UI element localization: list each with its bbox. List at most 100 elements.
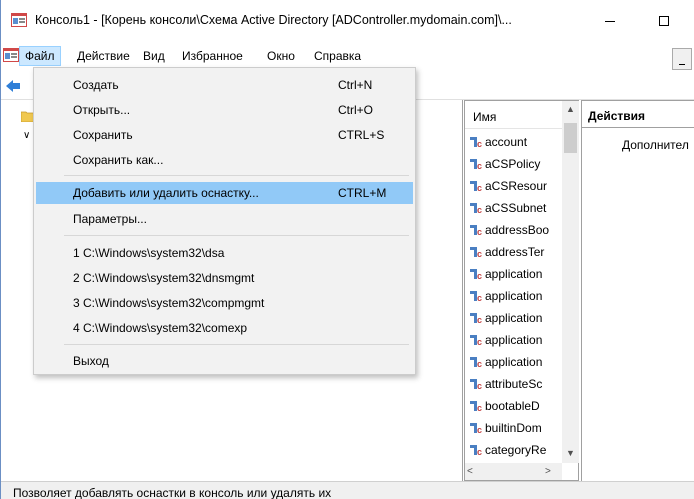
menu-item-label: Сохранить как... xyxy=(73,153,164,167)
menu-item-label: Выход xyxy=(73,354,109,368)
menu-item-save-as[interactable]: Сохранить как... xyxy=(36,149,413,171)
column-header-label: Имя xyxy=(473,110,497,124)
schema-class-icon: c xyxy=(469,157,483,171)
schema-class-icon: c xyxy=(469,289,483,303)
mmc-window: Консоль1 - [Корень консоли\Схема Active … xyxy=(0,0,694,499)
menu-separator xyxy=(64,235,409,236)
list-item[interactable]: c addressBoo xyxy=(469,219,561,241)
schema-class-icon: c xyxy=(469,333,483,347)
schema-class-icon: c xyxy=(469,201,483,215)
list-item[interactable]: c attributeSc xyxy=(469,373,561,395)
list-item-label: application xyxy=(485,333,543,347)
mmc-app-icon xyxy=(11,13,27,27)
schema-class-icon: c xyxy=(469,245,483,259)
window-title: Консоль1 - [Корень консоли\Схема Active … xyxy=(35,13,512,27)
list-item[interactable]: c bootableD xyxy=(469,395,561,417)
list-item-label: addressTer xyxy=(485,245,545,259)
list-item-label: application xyxy=(485,289,543,303)
list-item-label: aCSResour xyxy=(485,179,548,193)
menu-item-label: Открыть... xyxy=(73,103,131,117)
menu-file[interactable]: Файл xyxy=(19,46,61,66)
menu-view[interactable]: Вид xyxy=(138,46,170,66)
list-rows: c account c aCSPolicy c aCSResour c aCSSubne… xyxy=(469,131,561,461)
menu-item-open[interactable]: Открыть... Ctrl+O xyxy=(36,99,413,121)
schema-class-list: Имя c account c aCSPolicy c aCSResour c aCSS… xyxy=(464,100,579,481)
maximize-icon xyxy=(659,16,669,26)
more-actions-link[interactable]: Дополнител xyxy=(622,138,689,152)
menu-item-exit[interactable]: Выход xyxy=(36,350,413,372)
list-item[interactable]: c aCSSubnet xyxy=(469,197,561,219)
schema-class-icon: c xyxy=(469,399,483,413)
menu-item-label: 3 C:\Windows\system32\compmgmt xyxy=(73,296,265,310)
list-item[interactable]: c addressTer xyxy=(469,241,561,263)
list-item-label: aCSPolicy xyxy=(485,157,541,171)
menu-item-new[interactable]: Создать Ctrl+N xyxy=(36,74,413,96)
list-item[interactable]: c application xyxy=(469,285,561,307)
scroll-down-icon[interactable]: ▼ xyxy=(562,445,579,462)
list-item[interactable]: c application xyxy=(469,307,561,329)
list-item-label: application xyxy=(485,311,543,325)
schema-class-icon: c xyxy=(469,179,483,193)
list-item-label: application xyxy=(485,355,543,369)
horizontal-scrollbar[interactable]: < > xyxy=(465,463,562,480)
list-item[interactable]: c builtinDom xyxy=(469,417,561,439)
list-item[interactable]: c aCSResour xyxy=(469,175,561,197)
menu-item-recent-3[interactable]: 3 C:\Windows\system32\compmgmt xyxy=(36,292,413,314)
menu-action[interactable]: Действие xyxy=(72,46,135,66)
list-item[interactable]: c application xyxy=(469,351,561,373)
menu-item-label: Сохранить xyxy=(73,128,133,142)
list-item[interactable]: c application xyxy=(469,329,561,351)
list-item-label: builtinDom xyxy=(485,421,542,435)
actions-pane: Действия Дополнител xyxy=(581,100,694,481)
schema-class-icon: c xyxy=(469,443,483,457)
title-bar[interactable]: Консоль1 - [Корень консоли\Схема Active … xyxy=(1,0,694,38)
list-item-label: categoryRe xyxy=(485,443,547,457)
minimize-icon xyxy=(605,20,615,22)
schema-class-icon: c xyxy=(469,311,483,325)
list-item-label: account xyxy=(485,135,528,149)
menu-separator xyxy=(64,344,409,345)
menu-item-add-remove-snapin[interactable]: Добавить или удалить оснастку... CTRL+M xyxy=(36,182,413,204)
schema-class-icon: c xyxy=(469,135,483,149)
menu-item-recent-1[interactable]: 1 C:\Windows\system32\dsa xyxy=(36,242,413,264)
chevron-down-icon[interactable]: ∨ xyxy=(23,130,30,141)
menu-separator xyxy=(64,175,409,176)
menu-favorites[interactable]: Избранное xyxy=(177,46,248,66)
menu-item-shortcut: CTRL+S xyxy=(338,128,385,142)
menu-item-shortcut: Ctrl+N xyxy=(338,78,373,92)
maximize-button[interactable] xyxy=(641,8,687,34)
scroll-left-icon[interactable]: < xyxy=(467,463,473,480)
menu-item-recent-4[interactable]: 4 C:\Windows\system32\comexp xyxy=(36,317,413,339)
menu-item-recent-2[interactable]: 2 C:\Windows\system32\dnsmgmt xyxy=(36,267,413,289)
vertical-scrollbar[interactable]: ▲ ▼ xyxy=(562,101,579,463)
menu-item-shortcut: CTRL+M xyxy=(338,186,387,200)
list-item-label: attributeSc xyxy=(485,377,543,391)
status-bar: Позволяет добавлять оснастки в консоль и… xyxy=(1,481,694,499)
menu-item-label: Создать xyxy=(73,78,119,92)
menu-help[interactable]: Справка xyxy=(309,46,366,66)
minimize-button[interactable] xyxy=(587,8,633,34)
mdi-minimize-button[interactable] xyxy=(672,48,692,70)
menu-item-label: 4 C:\Windows\system32\comexp xyxy=(73,321,248,335)
scroll-up-icon[interactable]: ▲ xyxy=(562,101,579,118)
list-item-label: addressBoo xyxy=(485,223,550,237)
scroll-right-icon[interactable]: > xyxy=(545,463,551,480)
menu-window[interactable]: Окно xyxy=(262,46,300,66)
list-item[interactable]: c account xyxy=(469,131,561,153)
scroll-thumb[interactable] xyxy=(564,123,577,153)
list-item-label: bootableD xyxy=(485,399,540,413)
menu-item-options[interactable]: Параметры... xyxy=(36,208,413,230)
mdi-child-icon[interactable] xyxy=(3,47,19,63)
back-arrow-icon[interactable] xyxy=(5,78,21,94)
list-item[interactable]: c aCSPolicy xyxy=(469,153,561,175)
actions-header: Действия xyxy=(582,100,694,128)
minimize-icon xyxy=(679,64,685,65)
column-header-name[interactable]: Имя xyxy=(465,101,565,129)
status-text: Позволяет добавлять оснастки в консоль и… xyxy=(13,486,332,499)
schema-class-icon: c xyxy=(469,355,483,369)
list-item[interactable]: c categoryRe xyxy=(469,439,561,461)
menu-item-label: Добавить или удалить оснастку... xyxy=(73,186,259,200)
menu-item-save[interactable]: Сохранить CTRL+S xyxy=(36,124,413,146)
menu-item-shortcut: Ctrl+O xyxy=(338,103,374,117)
list-item[interactable]: c application xyxy=(469,263,561,285)
